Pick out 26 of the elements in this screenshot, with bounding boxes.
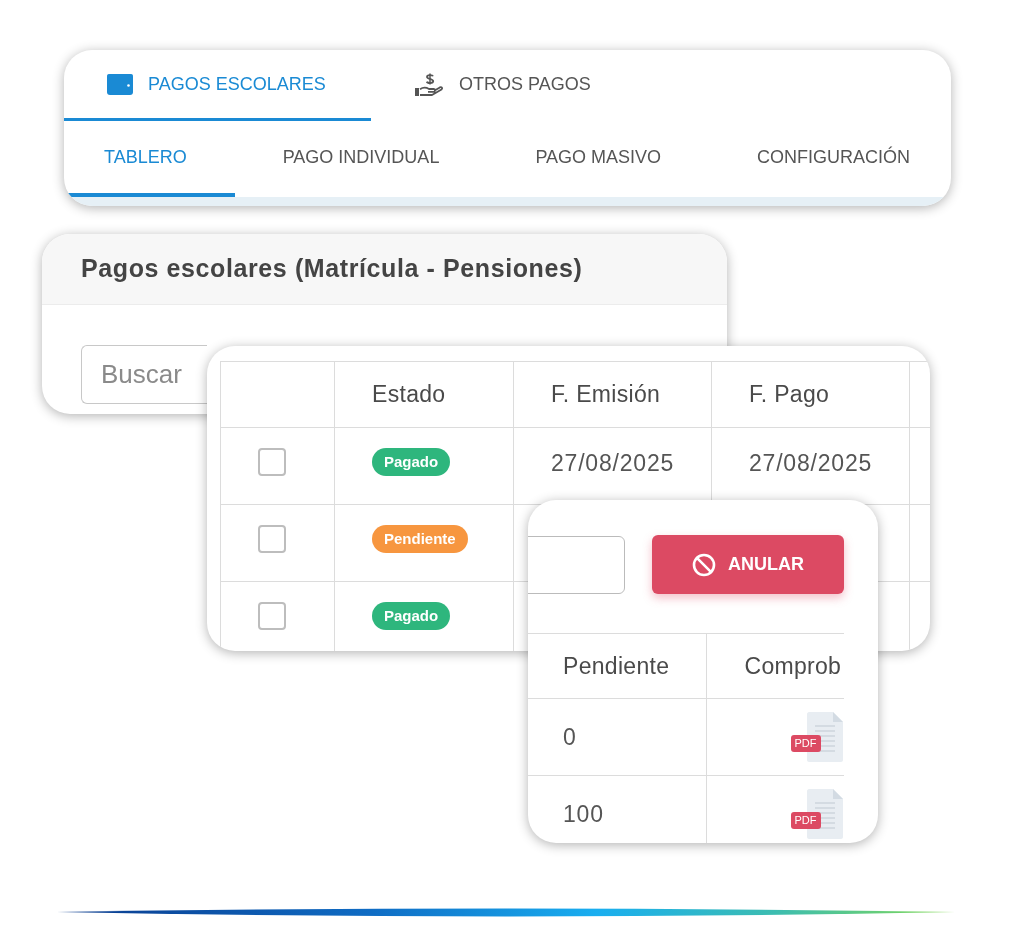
status-badge: Pagado [372,602,451,630]
status-badge: Pendiente [372,525,468,553]
column-header: Comprob [706,633,844,699]
column-header: F. Pago [711,361,910,428]
module-tab[interactable]: PAGOS ESCOLARES [64,50,371,121]
column-header: Pendiente [528,633,706,699]
search-field[interactable]: Buscar [81,345,207,404]
hand-money-icon [414,71,444,97]
panel-title: Pagos escolares (Matrícula - Pensiones) [81,253,583,285]
checkbox[interactable] [258,525,286,553]
void-button[interactable]: ANULAR [652,535,844,594]
status-badge: Pagado [372,448,451,476]
section-tab[interactable]: PAGO INDIVIDUAL [234,121,488,197]
checkbox[interactable] [258,448,286,476]
ban-icon [692,552,716,577]
wallet-icon [107,73,133,95]
table-cell: 0 [528,698,706,776]
section-tab[interactable]: CONFIGURACIÓN [709,121,951,197]
pdf-file-button[interactable]: PDF [790,712,843,762]
checkbox[interactable] [258,602,286,630]
table-cell: 100 [528,775,706,843]
column-header: Estado [334,361,514,428]
pdf-file-button[interactable]: PDF [790,789,843,839]
module-tab[interactable]: OTROS PAGOS [371,50,678,121]
section-tab[interactable]: PAGO MASIVO [487,121,710,197]
column-header: F. Emisión [513,361,712,428]
